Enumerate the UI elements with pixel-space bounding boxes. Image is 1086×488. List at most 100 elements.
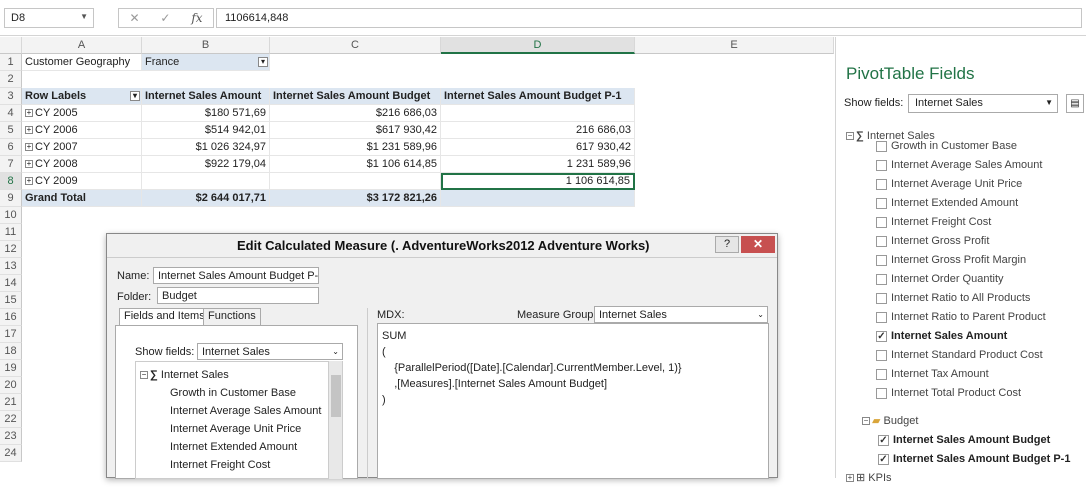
tree-group[interactable]: − ∑ Internet Sales <box>140 366 229 384</box>
group-kpis[interactable]: + ⊞ KPIs <box>846 469 892 488</box>
column-header-b[interactable]: B <box>142 37 270 54</box>
field-item[interactable]: Internet Gross Profit Margin <box>876 251 1026 270</box>
chevron-down-icon[interactable]: ▼ <box>80 12 88 21</box>
value-cell[interactable]: $180 571,69 <box>142 105 270 122</box>
cancel-icon[interactable]: ✕ <box>129 11 139 25</box>
expand-icon[interactable]: + <box>846 474 854 483</box>
filter-label-cell[interactable]: Customer Geography <box>22 54 142 71</box>
row-label-cell[interactable]: + CY 2007 <box>22 139 142 156</box>
grand-total-b[interactable]: $2 644 017,71 <box>142 190 270 207</box>
dialog-title-bar[interactable]: Edit Calculated Measure (. AdventureWork… <box>107 234 777 258</box>
tree-item[interactable]: Internet Average Unit Price <box>170 420 301 438</box>
field-item[interactable]: Internet Order Quantity <box>876 270 1004 289</box>
expand-icon[interactable]: + <box>25 109 33 118</box>
tab-functions[interactable]: Functions <box>203 308 261 325</box>
field-item[interactable]: Growth in Customer Base <box>876 137 1017 156</box>
field-item[interactable]: Internet Average Unit Price <box>876 175 1022 194</box>
tree-item[interactable]: Growth in Customer Base <box>170 384 296 402</box>
filter-dropdown-icon[interactable]: ▾ <box>130 91 140 101</box>
checkbox[interactable] <box>876 159 887 171</box>
row-header[interactable]: 3 <box>0 88 22 105</box>
collapse-icon[interactable]: − <box>862 417 870 426</box>
value-cell[interactable]: $617 930,42 <box>270 122 441 139</box>
value-cell[interactable] <box>142 173 270 190</box>
dialog-show-fields-select[interactable]: Internet Sales ⌄ <box>197 343 343 360</box>
field-item[interactable]: Internet Ratio to Parent Product <box>876 308 1046 327</box>
row-header[interactable]: 8 <box>0 173 22 190</box>
row-header[interactable]: 11 <box>0 224 22 241</box>
checkbox[interactable] <box>876 178 887 190</box>
check-icon[interactable]: ✓ <box>160 11 170 25</box>
row-label-cell[interactable]: + CY 2005 <box>22 105 142 122</box>
active-cell[interactable]: 1 106 614,85 <box>441 173 635 190</box>
field-item[interactable]: Internet Ratio to All Products <box>876 289 1030 308</box>
field-item[interactable]: Internet Freight Cost <box>876 213 991 232</box>
tree-item[interactable]: Internet Freight Cost <box>170 456 270 474</box>
row-header[interactable]: 6 <box>0 139 22 156</box>
value-cell[interactable]: 216 686,03 <box>441 122 635 139</box>
tree-scrollbar[interactable] <box>328 361 342 479</box>
row-header[interactable]: 2 <box>0 71 22 88</box>
row-header[interactable]: 1 <box>0 54 22 71</box>
row-header[interactable]: 21 <box>0 394 22 411</box>
row-header[interactable]: 16 <box>0 309 22 326</box>
row-label-cell[interactable]: + CY 2008 <box>22 156 142 173</box>
column-header-d[interactable]: D <box>441 37 635 54</box>
field-item[interactable]: Internet Total Product Cost <box>876 384 1021 403</box>
value-cell[interactable]: $1 026 324,97 <box>142 139 270 156</box>
grand-total-d[interactable] <box>441 190 635 207</box>
checkbox[interactable] <box>876 197 887 209</box>
header-cell-d[interactable]: Internet Sales Amount Budget P-1 <box>441 88 635 105</box>
value-cell[interactable]: $514 942,01 <box>142 122 270 139</box>
row-header[interactable]: 5 <box>0 122 22 139</box>
checkbox[interactable] <box>876 254 887 266</box>
row-header[interactable]: 10 <box>0 207 22 224</box>
value-cell[interactable]: 617 930,42 <box>441 139 635 156</box>
row-labels-header[interactable]: Row Labels ▾ <box>22 88 142 105</box>
measure-group-select[interactable]: Internet Sales ⌄ <box>594 306 768 323</box>
header-cell-b[interactable]: Internet Sales Amount <box>142 88 270 105</box>
folder-input[interactable]: Budget <box>157 287 319 304</box>
row-header[interactable]: 23 <box>0 428 22 445</box>
close-button[interactable]: ✕ <box>741 236 775 253</box>
grand-total-label[interactable]: Grand Total <box>22 190 142 207</box>
checkbox-checked[interactable]: ✓ <box>878 453 889 465</box>
expand-icon[interactable]: + <box>25 143 33 152</box>
collapse-icon[interactable]: − <box>140 371 148 380</box>
checkbox[interactable] <box>876 273 887 285</box>
row-header[interactable]: 18 <box>0 343 22 360</box>
expand-icon[interactable]: + <box>25 160 33 169</box>
collapse-icon[interactable]: − <box>846 132 854 141</box>
column-header-a[interactable]: A <box>22 37 142 54</box>
show-fields-select[interactable]: Internet Sales ▼ <box>908 94 1058 113</box>
fx-icon[interactable]: fx <box>191 11 202 25</box>
field-item[interactable]: Internet Average Sales Amount <box>876 156 1042 175</box>
value-cell[interactable]: $1 231 589,96 <box>270 139 441 156</box>
row-header[interactable]: 22 <box>0 411 22 428</box>
row-header[interactable]: 19 <box>0 360 22 377</box>
row-header[interactable]: 9 <box>0 190 22 207</box>
field-item[interactable]: Internet Extended Amount <box>876 194 1018 213</box>
checkbox[interactable] <box>876 349 887 361</box>
field-item[interactable]: ✓ Internet Sales Amount <box>876 327 1007 346</box>
tab-fields-and-items[interactable]: Fields and Items <box>119 308 210 325</box>
mdx-editor[interactable]: SUM ( {ParallelPeriod([Date].[Calendar].C… <box>377 323 769 479</box>
name-box[interactable]: D8 ▼ <box>4 8 94 28</box>
grand-total-c[interactable]: $3 172 821,26 <box>270 190 441 207</box>
help-button[interactable]: ? <box>715 236 739 253</box>
row-label-cell[interactable]: + CY 2009 <box>22 173 142 190</box>
checkbox-checked[interactable]: ✓ <box>878 434 889 446</box>
checkbox[interactable] <box>876 368 887 380</box>
tree-item[interactable]: Internet Extended Amount <box>170 438 297 456</box>
formula-input[interactable]: 1106614,848 <box>216 8 1082 28</box>
row-label-cell[interactable]: + CY 2006 <box>22 122 142 139</box>
value-cell[interactable] <box>270 173 441 190</box>
row-header[interactable]: 12 <box>0 241 22 258</box>
field-item[interactable]: ✓ Internet Sales Amount Budget <box>878 431 1050 450</box>
tree-item[interactable]: Internet Average Sales Amount <box>170 402 321 420</box>
filter-icon[interactable]: ▾ <box>258 57 268 67</box>
select-all-corner[interactable] <box>0 37 22 54</box>
value-cell[interactable]: 1 231 589,96 <box>441 156 635 173</box>
row-header[interactable]: 24 <box>0 445 22 462</box>
checkbox[interactable] <box>876 235 887 247</box>
